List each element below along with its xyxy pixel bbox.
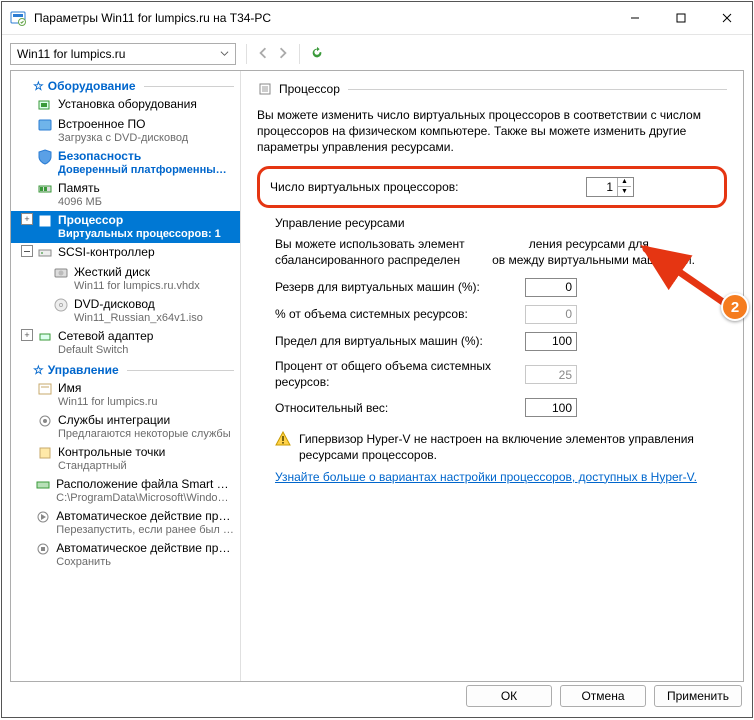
memory-icon <box>37 181 53 197</box>
nav-back-button[interactable] <box>257 47 269 62</box>
toolbar-divider <box>299 44 300 64</box>
tree-item-scsi[interactable]: SCSI-контроллер <box>11 243 240 263</box>
tree-section-hardware[interactable]: ☆ Оборудование <box>17 79 240 93</box>
firmware-icon <box>37 117 53 133</box>
window-title: Параметры Win11 for lumpics.ru на T34-PC <box>34 11 612 25</box>
highlight-callout: Число виртуальных процессоров: ▲▼ <box>257 166 727 208</box>
limit-input[interactable] <box>525 332 577 351</box>
warning-text: Гипервизор Hyper-V не настроен на включе… <box>299 431 727 463</box>
learn-more-link[interactable]: Узнайте больше о вариантах настройки про… <box>275 470 697 484</box>
group-header: Процессор <box>257 81 727 97</box>
details-pane: Процессор Вы можете изменить число вирту… <box>241 71 743 681</box>
resource-mgmt-header: Управление ресурсами <box>275 216 727 230</box>
spin-down-button[interactable]: ▼ <box>618 187 631 196</box>
weight-input[interactable] <box>525 398 577 417</box>
tree-item-name[interactable]: ИмяWin11 for lumpics.ru <box>11 379 240 411</box>
app-icon <box>10 10 26 26</box>
tree-item-firmware[interactable]: Встроенное ПОЗагрузка с DVD-дисковод <box>11 115 240 147</box>
spin-up-button[interactable]: ▲ <box>618 178 631 188</box>
tree-item-checkpoints[interactable]: Контрольные точкиСтандартный <box>11 443 240 475</box>
vcpu-input[interactable]: ▲▼ <box>586 177 634 197</box>
annotation-badge: 2 <box>721 293 749 321</box>
pct-sys-value <box>525 305 577 324</box>
maximize-button[interactable] <box>658 2 704 34</box>
tree-item-processor[interactable]: ПроцессорВиртуальных процессоров: 1 <box>11 211 240 243</box>
collapse-icon[interactable] <box>21 245 33 257</box>
autostop-icon <box>35 541 51 557</box>
warning-row: Гипервизор Hyper-V не настроен на включе… <box>275 431 727 463</box>
autostart-icon <box>35 509 51 525</box>
reserve-label: Резерв для виртуальных машин (%): <box>275 280 525 294</box>
description-text: Вы можете изменить число виртуальных про… <box>257 107 727 156</box>
tree-section-management[interactable]: ☆ Управление <box>17 363 240 377</box>
cpu-icon <box>37 213 53 229</box>
minimize-button[interactable] <box>612 2 658 34</box>
tree-item-auto-start[interactable]: Автоматическое действие при за…Перезапус… <box>11 507 240 539</box>
tree-item-integration[interactable]: Службы интеграцииПредлагаются некоторые … <box>11 411 240 443</box>
vcpu-input-field[interactable] <box>587 180 617 194</box>
paging-icon <box>35 477 51 493</box>
services-icon <box>37 413 53 429</box>
settings-tree[interactable]: ☆ Оборудование Установка оборудования Вс… <box>11 71 241 681</box>
pct-sys-label: % от объема системных ресурсов: <box>275 307 525 321</box>
chevron-down-icon <box>220 47 229 61</box>
hdd-icon <box>53 265 69 281</box>
vm-selector-dropdown[interactable]: Win11 for lumpics.ru <box>10 43 236 65</box>
limit-label: Предел для виртуальных машин (%): <box>275 334 525 348</box>
pct-total-value <box>525 365 577 384</box>
expand-icon[interactable] <box>21 329 33 341</box>
name-icon <box>37 381 53 397</box>
tree-item-security[interactable]: БезопасностьДоверенный платформенны… <box>11 147 240 179</box>
expand-icon[interactable] <box>21 213 33 225</box>
tree-item-hdd[interactable]: Жесткий дискWin11 for lumpics.ru.vhdx <box>11 263 240 295</box>
dvd-icon <box>53 297 69 313</box>
tree-item-dvd[interactable]: DVD-дисководWin11_Russian_x64v1.iso <box>11 295 240 327</box>
tree-item-memory[interactable]: Память4096 МБ <box>11 179 240 211</box>
weight-label: Относительный вес: <box>275 401 525 415</box>
refresh-button[interactable] <box>310 46 324 63</box>
checkpoint-icon <box>37 445 53 461</box>
apply-button[interactable]: Применить <box>654 685 742 707</box>
scsi-icon <box>37 245 53 261</box>
close-button[interactable] <box>704 2 750 34</box>
add-hardware-icon <box>37 97 53 113</box>
toolbar-divider <box>246 44 247 64</box>
warning-icon <box>275 431 291 450</box>
tree-item-add-hardware[interactable]: Установка оборудования <box>11 95 240 115</box>
resource-desc: Вы можете использовать элементXXXXXXXXле… <box>275 236 727 268</box>
tree-item-smart-paging[interactable]: Расположение файла Smart PagingC:\Progra… <box>11 475 240 507</box>
tree-item-network[interactable]: Сетевой адаптерDefault Switch <box>11 327 240 359</box>
vm-selector-label: Win11 for lumpics.ru <box>17 47 125 61</box>
shield-icon <box>37 149 53 165</box>
cancel-button[interactable]: Отмена <box>560 685 646 707</box>
settings-window: Параметры Win11 for lumpics.ru на T34-PC… <box>1 1 753 718</box>
network-icon <box>37 329 53 345</box>
pct-total-label: Процент от общего объема системных ресур… <box>275 359 525 390</box>
titlebar: Параметры Win11 for lumpics.ru на T34-PC <box>2 2 752 35</box>
ok-button[interactable]: ОК <box>466 685 552 707</box>
vcpu-label: Число виртуальных процессоров: <box>270 180 490 194</box>
nav-forward-button[interactable] <box>277 47 289 62</box>
tree-item-auto-stop[interactable]: Автоматическое действие при за…Сохранить <box>11 539 240 571</box>
cpu-icon <box>257 81 273 97</box>
reserve-input[interactable] <box>525 278 577 297</box>
